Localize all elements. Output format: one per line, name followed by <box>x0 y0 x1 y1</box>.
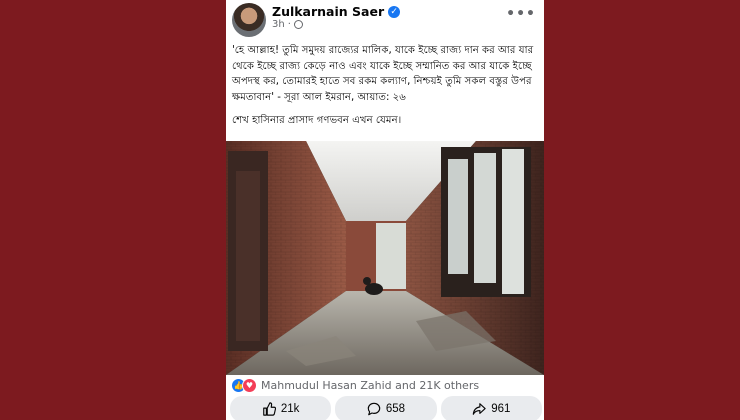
author-avatar[interactable] <box>232 3 266 37</box>
love-reaction-icon: ♥ <box>242 377 257 393</box>
post-header: Zulkarnain Saer ✓ 3h · ••• <box>226 0 544 42</box>
author-name-row: Zulkarnain Saer ✓ <box>272 4 401 19</box>
globe-icon <box>293 20 303 29</box>
corridor-photo <box>226 141 544 375</box>
author-name[interactable]: Zulkarnain Saer <box>272 4 384 19</box>
post-photo[interactable] <box>226 141 544 375</box>
verified-badge-icon: ✓ <box>388 5 401 18</box>
facebook-post-card: Zulkarnain Saer ✓ 3h · ••• 'হে আল্লাহ! ত… <box>226 0 544 420</box>
reactions-summary-text[interactable]: Mahmudul Hasan Zahid and 21K others <box>261 379 479 392</box>
reactions-summary[interactable]: 👍 ♥ Mahmudul Hasan Zahid and 21K others <box>231 377 539 393</box>
comment-count: 658 <box>385 403 406 415</box>
thumbs-up-icon <box>263 402 276 416</box>
post-meta: 3h · <box>272 19 303 30</box>
like-count: 21k <box>280 403 300 415</box>
meta-separator: · <box>287 19 291 30</box>
comment-button[interactable]: 658 <box>335 396 437 420</box>
post-text: 'হে আল্লাহ! তুমি সমুদয় রাজ্যের মালিক, য… <box>232 43 538 137</box>
share-button[interactable]: 961 <box>440 396 542 420</box>
more-options-button[interactable]: ••• <box>506 6 536 22</box>
like-button[interactable]: 21k <box>230 396 332 420</box>
post-text-paragraph: শেখ হাসিনার প্রাসাদ গণভবন এখন যেমন। <box>232 115 402 127</box>
share-count: 961 <box>491 403 511 415</box>
post-actions: 21k 658 961 <box>230 396 542 420</box>
post-time[interactable]: 3h <box>272 19 285 30</box>
comment-bubble-icon <box>367 402 381 416</box>
share-arrow-icon <box>472 403 486 415</box>
post-text-paragraph: 'হে আল্লাহ! তুমি সমুদয় রাজ্যের মালিক, য… <box>232 45 534 103</box>
